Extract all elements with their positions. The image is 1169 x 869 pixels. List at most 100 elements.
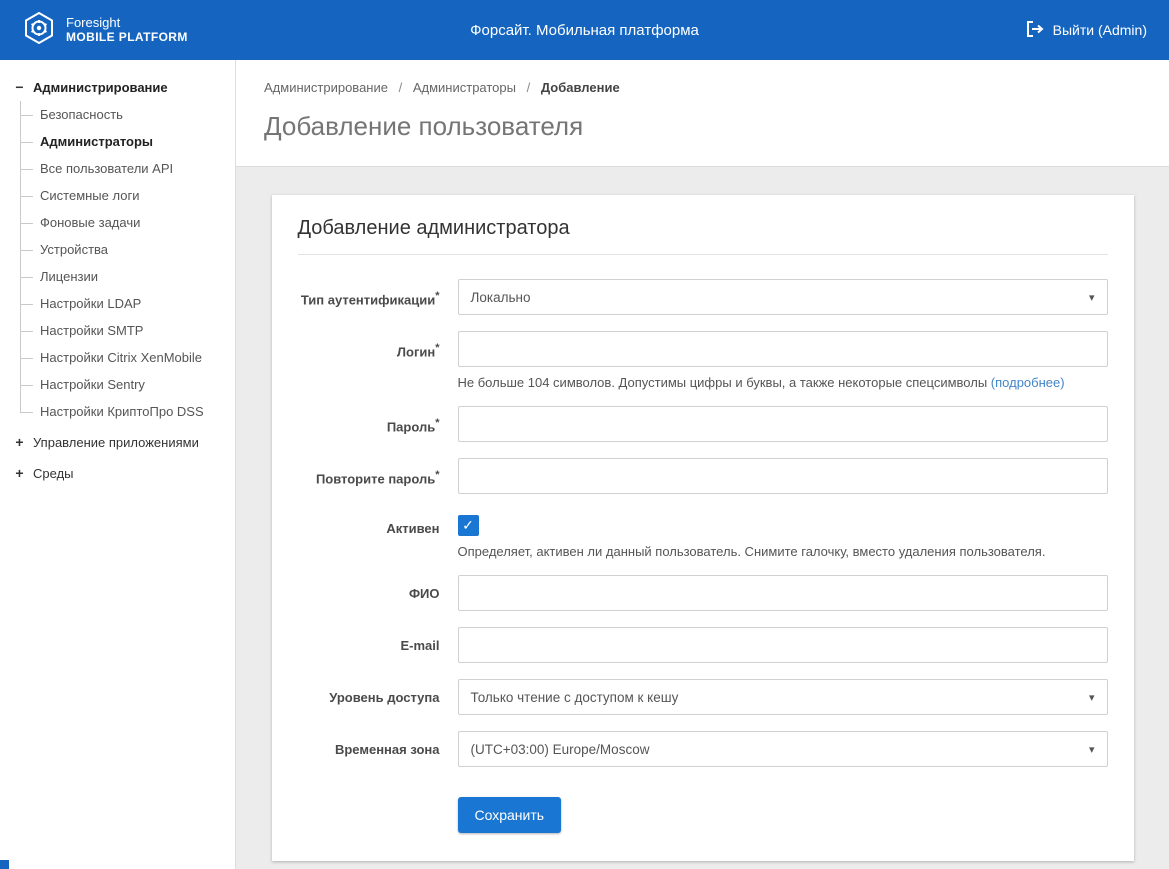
auth-type-row: Тип аутентификации* Локально ▾ <box>298 279 1108 315</box>
timezone-label-text: Временная зона <box>335 742 440 757</box>
save-button[interactable]: Сохранить <box>458 797 562 833</box>
sidebar-section-environments-header[interactable]: + Среды <box>0 460 235 487</box>
timezone-value: (UTC+03:00) Europe/Moscow <box>471 742 650 757</box>
card-title: Добавление администратора <box>298 217 1108 255</box>
login-hint: Не больше 104 символов. Допустимы цифры … <box>458 375 1108 390</box>
breadcrumb-item-administration[interactable]: Администрирование <box>264 80 388 95</box>
auth-type-control: Локально ▾ <box>458 279 1108 315</box>
password-repeat-label-text: Повторите пароль <box>316 471 435 486</box>
sidebar-item-system-logs[interactable]: Системные логи <box>20 182 235 209</box>
password-control <box>458 406 1108 442</box>
active-hint: Определяет, активен ли данный пользовате… <box>458 544 1108 559</box>
logout-button[interactable]: Выйти (Admin) <box>1026 21 1147 40</box>
password-repeat-input[interactable] <box>458 458 1108 494</box>
logout-icon <box>1026 21 1044 40</box>
sidebar-section-label: Администрирование <box>33 80 168 95</box>
collapse-icon[interactable]: − <box>14 82 25 93</box>
login-label-text: Логин <box>397 344 435 359</box>
required-marker: * <box>435 469 439 481</box>
login-hint-link[interactable]: (подробнее) <box>991 375 1065 390</box>
required-marker: * <box>435 342 439 354</box>
breadcrumb-item-current: Добавление <box>541 80 620 95</box>
add-admin-card: Добавление администратора Тип аутентифик… <box>272 195 1134 861</box>
sidebar-item-citrix-settings[interactable]: Настройки Citrix XenMobile <box>20 344 235 371</box>
sidebar-section-label: Среды <box>33 466 74 481</box>
password-repeat-row: Повторите пароль* <box>298 458 1108 494</box>
active-checkbox[interactable]: ✓ <box>458 515 479 536</box>
timezone-control: (UTC+03:00) Europe/Moscow ▾ <box>458 731 1108 767</box>
breadcrumb-separator: / <box>527 80 531 95</box>
check-icon: ✓ <box>462 517 474 533</box>
password-repeat-label: Повторите пароль* <box>298 458 440 494</box>
access-level-label-text: Уровень доступа <box>329 690 439 705</box>
page-head: Администрирование / Администраторы / Доб… <box>236 60 1169 167</box>
logo-line1: Foresight <box>66 16 188 31</box>
sidebar-section-administration-header[interactable]: − Администрирование <box>0 74 235 101</box>
main-area: Администрирование / Администраторы / Доб… <box>236 60 1169 869</box>
auth-type-label-text: Тип аутентификации <box>301 292 435 307</box>
access-level-value: Только чтение с доступом к кешу <box>471 690 679 705</box>
breadcrumb-separator: / <box>399 80 403 95</box>
password-repeat-control <box>458 458 1108 494</box>
required-marker: * <box>435 290 439 302</box>
fio-control <box>458 575 1108 611</box>
fio-label: ФИО <box>298 575 440 611</box>
access-level-row: Уровень доступа Только чтение с доступом… <box>298 679 1108 715</box>
password-label: Пароль* <box>298 406 440 442</box>
timezone-label: Временная зона <box>298 731 440 767</box>
chevron-down-icon: ▾ <box>1089 743 1095 756</box>
breadcrumb: Администрирование / Администраторы / Доб… <box>264 80 1141 95</box>
sidebar-item-licenses[interactable]: Лицензии <box>20 263 235 290</box>
login-input[interactable] <box>458 331 1108 367</box>
password-input[interactable] <box>458 406 1108 442</box>
sidebar-section-app-management-header[interactable]: + Управление приложениями <box>0 429 235 456</box>
sidebar-corner-accent <box>0 860 9 869</box>
active-row: Активен ✓ Определяет, активен ли данный … <box>298 510 1108 559</box>
expand-icon[interactable]: + <box>14 437 25 448</box>
content: Добавление администратора Тип аутентифик… <box>236 167 1169 869</box>
sidebar-section-label: Управление приложениями <box>33 435 199 450</box>
logout-label: Выйти (Admin) <box>1053 22 1147 38</box>
timezone-row: Временная зона (UTC+03:00) Europe/Moscow… <box>298 731 1108 767</box>
chevron-down-icon: ▾ <box>1089 691 1095 704</box>
login-label: Логин* <box>298 331 440 390</box>
active-label: Активен <box>298 510 440 559</box>
sidebar-item-smtp-settings[interactable]: Настройки SMTP <box>20 317 235 344</box>
auth-type-label: Тип аутентификации* <box>298 279 440 315</box>
logo-icon <box>22 11 56 50</box>
login-row: Логин* Не больше 104 символов. Допустимы… <box>298 331 1108 390</box>
sidebar-section-administration: − Администрирование Безопасность Админис… <box>0 74 235 425</box>
logo[interactable]: Foresight MOBILE PLATFORM <box>22 11 188 50</box>
email-label: E-mail <box>298 627 440 663</box>
sidebar-item-ldap-settings[interactable]: Настройки LDAP <box>20 290 235 317</box>
sidebar-item-devices[interactable]: Устройства <box>20 236 235 263</box>
sidebar-section-environments: + Среды <box>0 460 235 487</box>
sidebar-item-security[interactable]: Безопасность <box>20 101 235 128</box>
page-title: Добавление пользователя <box>264 111 1141 142</box>
breadcrumb-item-administrators[interactable]: Администраторы <box>413 80 516 95</box>
access-level-select[interactable]: Только чтение с доступом к кешу ▾ <box>458 679 1108 715</box>
access-level-label: Уровень доступа <box>298 679 440 715</box>
fio-input[interactable] <box>458 575 1108 611</box>
sidebar-item-cryptopro-settings[interactable]: Настройки КриптоПро DSS <box>20 398 235 425</box>
email-row: E-mail <box>298 627 1108 663</box>
email-input[interactable] <box>458 627 1108 663</box>
sidebar: − Администрирование Безопасность Админис… <box>0 60 236 869</box>
access-level-control: Только чтение с доступом к кешу ▾ <box>458 679 1108 715</box>
sidebar-item-api-users[interactable]: Все пользователи API <box>20 155 235 182</box>
expand-icon[interactable]: + <box>14 468 25 479</box>
timezone-select[interactable]: (UTC+03:00) Europe/Moscow ▾ <box>458 731 1108 767</box>
active-control: ✓ Определяет, активен ли данный пользова… <box>458 510 1108 559</box>
sidebar-item-sentry-settings[interactable]: Настройки Sentry <box>20 371 235 398</box>
login-hint-text: Не больше 104 символов. Допустимы цифры … <box>458 375 988 390</box>
chevron-down-icon: ▾ <box>1089 291 1095 304</box>
password-row: Пароль* <box>298 406 1108 442</box>
sidebar-section-app-management: + Управление приложениями <box>0 429 235 456</box>
sidebar-item-background-tasks[interactable]: Фоновые задачи <box>20 209 235 236</box>
sidebar-item-administrators[interactable]: Администраторы <box>20 128 235 155</box>
auth-type-select[interactable]: Локально ▾ <box>458 279 1108 315</box>
app-header: Foresight MOBILE PLATFORM Форсайт. Мобил… <box>0 0 1169 60</box>
active-label-text: Активен <box>386 521 439 536</box>
login-control: Не больше 104 символов. Допустимы цифры … <box>458 331 1108 390</box>
email-control <box>458 627 1108 663</box>
